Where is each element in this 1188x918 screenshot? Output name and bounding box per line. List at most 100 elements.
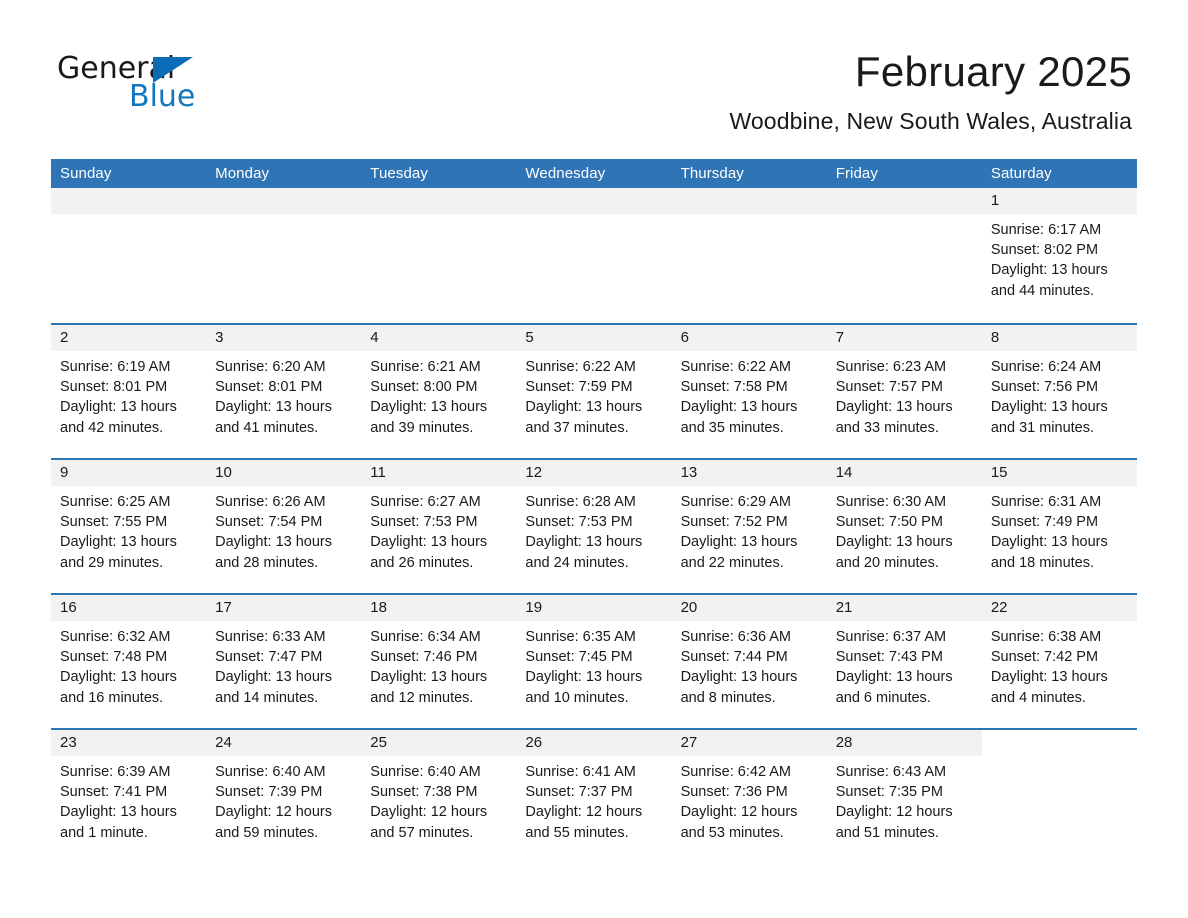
calendar-day-cell[interactable]: 4 Sunrise: 6:21 AM Sunset: 8:00 PM Daylight… [361, 325, 517, 458]
sunset-text: Sunset: 7:49 PM [990, 514, 1099, 531]
sunrise-text: Sunrise: 6:22 AM [525, 359, 636, 375]
calendar-day-cell[interactable]: 28 Sunrise: 6:43 AM Sunset: 7:35 PM Dayligh… [826, 730, 982, 863]
calendar-week-row: 2 Sunrise: 6:19 AM Sunset: 8:01 PM Daylight… [51, 323, 1137, 458]
day-details: Sunrise: 6:43 AM Sunset: 7:35 PM Daylight:… [827, 756, 982, 843]
day-details: Sunrise: 6:33 AM Sunset: 7:47 PM Daylight:… [206, 621, 361, 708]
calendar-day-cell[interactable]: 22 Sunrise: 6:38 AM Sunset: 7:42 PM Dayligh… [981, 595, 1137, 728]
daylight-text-line1: Daylight: 13 hours [680, 399, 798, 416]
calendar-day-cell-empty [982, 730, 1137, 863]
calendar-day-cell[interactable]: 14 Sunrise: 6:30 AM Sunset: 7:50 PM Dayligh… [826, 460, 982, 593]
calendar-day-cell[interactable]: 23 Sunrise: 6:39 AM Sunset: 7:41 PM Dayligh… [51, 730, 207, 863]
calendar-day-cell[interactable]: 1 Sunrise: 6:17 AM Sunset: 8:02 PM Daylight… [981, 188, 1137, 323]
sunrise-text: Sunrise: 6:28 AM [525, 494, 636, 510]
calendar-day-cell[interactable]: 10 Sunrise: 6:26 AM Sunset: 7:54 PM Dayligh… [206, 460, 362, 593]
page-header: General Blue February 2025 Woodbine, New… [0, 0, 1188, 134]
day-number: 22 [981, 595, 1137, 621]
calendar-day-cell[interactable]: 8 Sunrise: 6:24 AM Sunset: 7:56 PM Daylight… [981, 325, 1137, 458]
daylight-text-line2: and 53 minutes. [680, 824, 784, 841]
sunset-text: Sunset: 7:36 PM [680, 784, 788, 801]
calendar-day-cell[interactable]: 5 Sunrise: 6:22 AM Sunset: 7:59 PM Daylight… [516, 325, 672, 458]
title-block: February 2025 Woodbine, New South Wales,… [432, 48, 1132, 136]
day-details: Sunrise: 6:41 AM Sunset: 7:37 PM Daylight:… [516, 756, 671, 843]
calendar-day-cell[interactable]: 21 Sunrise: 6:37 AM Sunset: 7:43 PM Dayligh… [826, 595, 982, 728]
weekday-header-sunday: Sunday [60, 165, 112, 182]
day-number: 19 [516, 595, 672, 621]
weekday-header-friday: Friday [835, 165, 878, 182]
day-details: Sunrise: 6:28 AM Sunset: 7:53 PM Daylight:… [516, 486, 671, 573]
sunrise-text: Sunrise: 6:38 AM [990, 629, 1102, 645]
calendar-day-cell[interactable]: 6 Sunrise: 6:22 AM Sunset: 7:58 PM Daylight… [671, 325, 827, 458]
calendar-day-cell[interactable]: 26 Sunrise: 6:41 AM Sunset: 7:37 PM Dayligh… [516, 730, 672, 863]
calendar-day-cell[interactable]: 11 Sunrise: 6:27 AM Sunset: 7:53 PM Dayligh… [361, 460, 517, 593]
sunrise-text: Sunrise: 6:27 AM [370, 494, 481, 510]
page-title: February 2025 [854, 48, 1132, 95]
daylight-text-line1: Daylight: 13 hours [680, 534, 798, 551]
day-number: 16 [51, 595, 207, 621]
day-number: 4 [361, 325, 517, 351]
day-number: 3 [206, 325, 362, 351]
calendar-day-cell[interactable]: 25 Sunrise: 6:40 AM Sunset: 7:38 PM Dayligh… [361, 730, 517, 863]
day-details: Sunrise: 6:42 AM Sunset: 7:36 PM Daylight:… [672, 756, 827, 843]
calendar-day-cell[interactable]: 19 Sunrise: 6:35 AM Sunset: 7:45 PM Dayligh… [516, 595, 672, 728]
daylight-text-line2: and 44 minutes. [990, 282, 1095, 299]
sunrise-text: Sunrise: 6:40 AM [370, 764, 481, 780]
location-subtitle: Woodbine, New South Wales, Australia [729, 108, 1132, 134]
sunrise-text: Sunrise: 6:21 AM [370, 359, 481, 375]
calendar-day-cell[interactable]: 2 Sunrise: 6:19 AM Sunset: 8:01 PM Daylight… [51, 325, 207, 458]
daylight-text-line1: Daylight: 13 hours [835, 399, 953, 416]
calendar-day-cell[interactable]: 12 Sunrise: 6:28 AM Sunset: 7:53 PM Dayligh… [516, 460, 672, 593]
calendar-day-cell[interactable]: 18 Sunrise: 6:34 AM Sunset: 7:46 PM Dayligh… [361, 595, 517, 728]
daylight-text-line1: Daylight: 13 hours [525, 669, 643, 686]
calendar-day-cell[interactable]: 20 Sunrise: 6:36 AM Sunset: 7:44 PM Dayligh… [671, 595, 827, 728]
daylight-text-line2: and 28 minutes. [215, 554, 319, 571]
sunrise-text: Sunrise: 6:25 AM [60, 494, 171, 510]
calendar-day-cell[interactable]: 9 Sunrise: 6:25 AM Sunset: 7:55 PM Daylight… [51, 460, 207, 593]
daylight-text-line1: Daylight: 13 hours [835, 669, 953, 686]
weekday-header-thursday: Thursday [680, 165, 744, 182]
sunset-text: Sunset: 7:43 PM [835, 649, 943, 666]
sunrise-text: Sunrise: 6:43 AM [835, 764, 947, 780]
sunset-text: Sunset: 7:35 PM [835, 784, 943, 801]
day-details: Sunrise: 6:25 AM Sunset: 7:55 PM Daylight:… [51, 486, 206, 573]
calendar-day-cell[interactable]: 3 Sunrise: 6:20 AM Sunset: 8:01 PM Daylight… [206, 325, 362, 458]
day-number [826, 188, 982, 214]
sunset-text: Sunset: 7:56 PM [990, 379, 1099, 396]
calendar-day-cell-empty [671, 188, 827, 323]
sunset-text: Sunset: 7:37 PM [525, 784, 633, 801]
calendar-week-row: 16 Sunrise: 6:32 AM Sunset: 7:48 PM Dayligh… [51, 593, 1137, 728]
daylight-text-line1: Daylight: 13 hours [525, 534, 643, 551]
daylight-text-line2: and 26 minutes. [370, 554, 474, 571]
calendar-day-cell[interactable]: 15 Sunrise: 6:31 AM Sunset: 7:49 PM Dayligh… [981, 460, 1137, 593]
day-number: 8 [981, 325, 1137, 351]
calendar-day-cell[interactable]: 17 Sunrise: 6:33 AM Sunset: 7:47 PM Dayligh… [206, 595, 362, 728]
logo-text-blue: Blue [129, 79, 196, 114]
sunrise-text: Sunrise: 6:22 AM [680, 359, 791, 375]
calendar-day-cell-empty [206, 188, 362, 323]
sunset-text: Sunset: 8:02 PM [990, 242, 1099, 259]
day-details: Sunrise: 6:19 AM Sunset: 8:01 PM Daylight:… [51, 351, 206, 438]
daylight-text-line1: Daylight: 13 hours [835, 534, 953, 551]
day-number: 21 [826, 595, 982, 621]
day-details: Sunrise: 6:27 AM Sunset: 7:53 PM Daylight:… [361, 486, 516, 573]
calendar-day-cell[interactable]: 16 Sunrise: 6:32 AM Sunset: 7:48 PM Dayligh… [51, 595, 207, 728]
calendar-week-row: 23 Sunrise: 6:39 AM Sunset: 7:41 PM Dayligh… [51, 728, 1137, 863]
calendar-day-cell[interactable]: 7 Sunrise: 6:23 AM Sunset: 7:57 PM Daylight… [826, 325, 982, 458]
calendar-day-cell[interactable]: 13 Sunrise: 6:29 AM Sunset: 7:52 PM Dayligh… [671, 460, 827, 593]
day-details: Sunrise: 6:37 AM Sunset: 7:43 PM Daylight:… [827, 621, 982, 708]
daylight-text-line2: and 33 minutes. [835, 419, 939, 436]
day-number [516, 188, 672, 214]
sunrise-text: Sunrise: 6:20 AM [215, 359, 326, 375]
calendar-day-cell[interactable]: 27 Sunrise: 6:42 AM Sunset: 7:36 PM Dayligh… [671, 730, 827, 863]
sunrise-text: Sunrise: 6:31 AM [990, 494, 1102, 510]
day-details: Sunrise: 6:39 AM Sunset: 7:41 PM Daylight:… [51, 756, 206, 843]
calendar-day-cell-empty [516, 188, 672, 323]
daylight-text-line1: Daylight: 13 hours [215, 534, 333, 551]
sunrise-text: Sunrise: 6:17 AM [990, 222, 1102, 238]
day-number: 27 [671, 730, 827, 756]
day-number [361, 188, 517, 214]
sunset-text: Sunset: 7:45 PM [525, 649, 633, 666]
calendar-day-cell[interactable]: 24 Sunrise: 6:40 AM Sunset: 7:39 PM Dayligh… [206, 730, 362, 863]
day-number: 17 [206, 595, 362, 621]
weekday-header-saturday: Saturday [990, 165, 1052, 182]
daylight-text-line2: and 16 minutes. [60, 689, 164, 706]
